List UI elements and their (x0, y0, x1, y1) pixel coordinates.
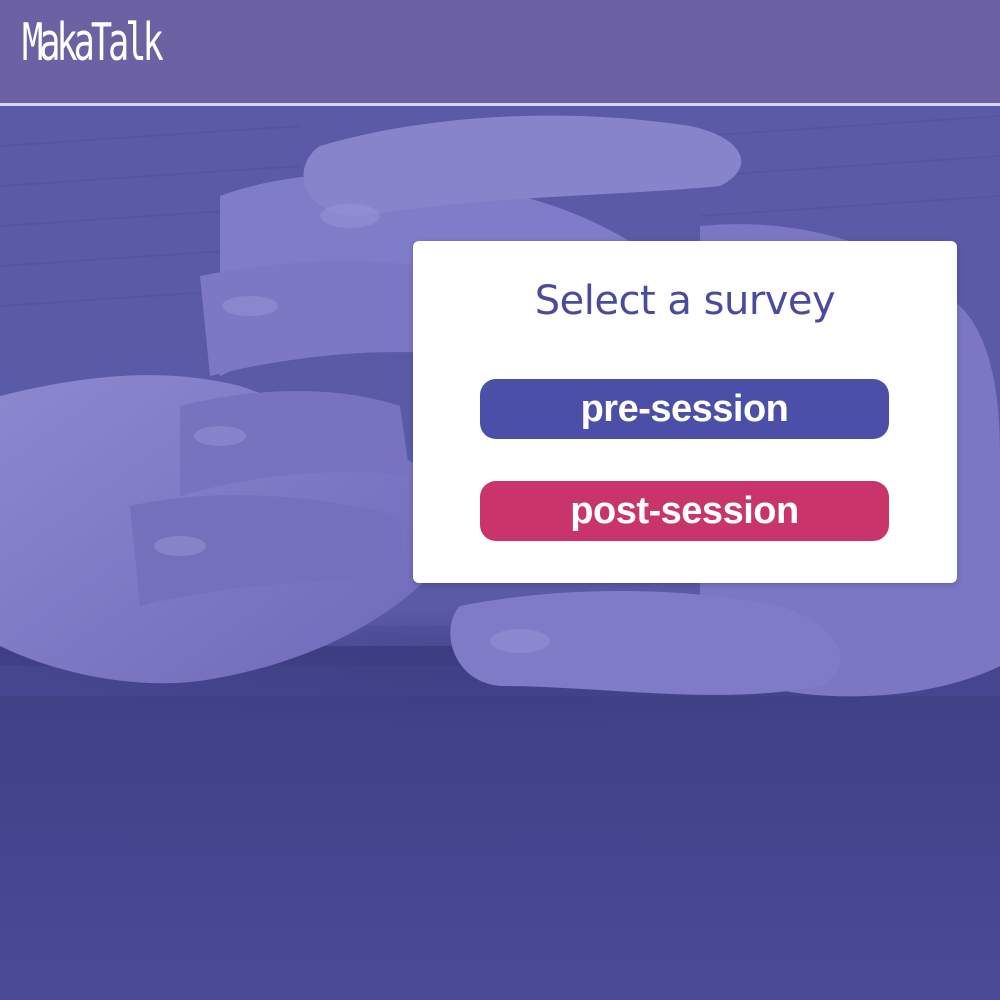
header-bar: MakaTalk (0, 0, 1000, 106)
app-logo[interactable]: MakaTalk (22, 8, 164, 78)
post-session-button[interactable]: post-session (480, 481, 889, 541)
survey-card: Select a survey pre-session post-session (413, 241, 957, 583)
survey-title: Select a survey (534, 278, 836, 324)
pre-session-button[interactable]: pre-session (480, 379, 889, 439)
page: MakaTalk Select a survey pre-session pos… (0, 0, 1000, 1000)
